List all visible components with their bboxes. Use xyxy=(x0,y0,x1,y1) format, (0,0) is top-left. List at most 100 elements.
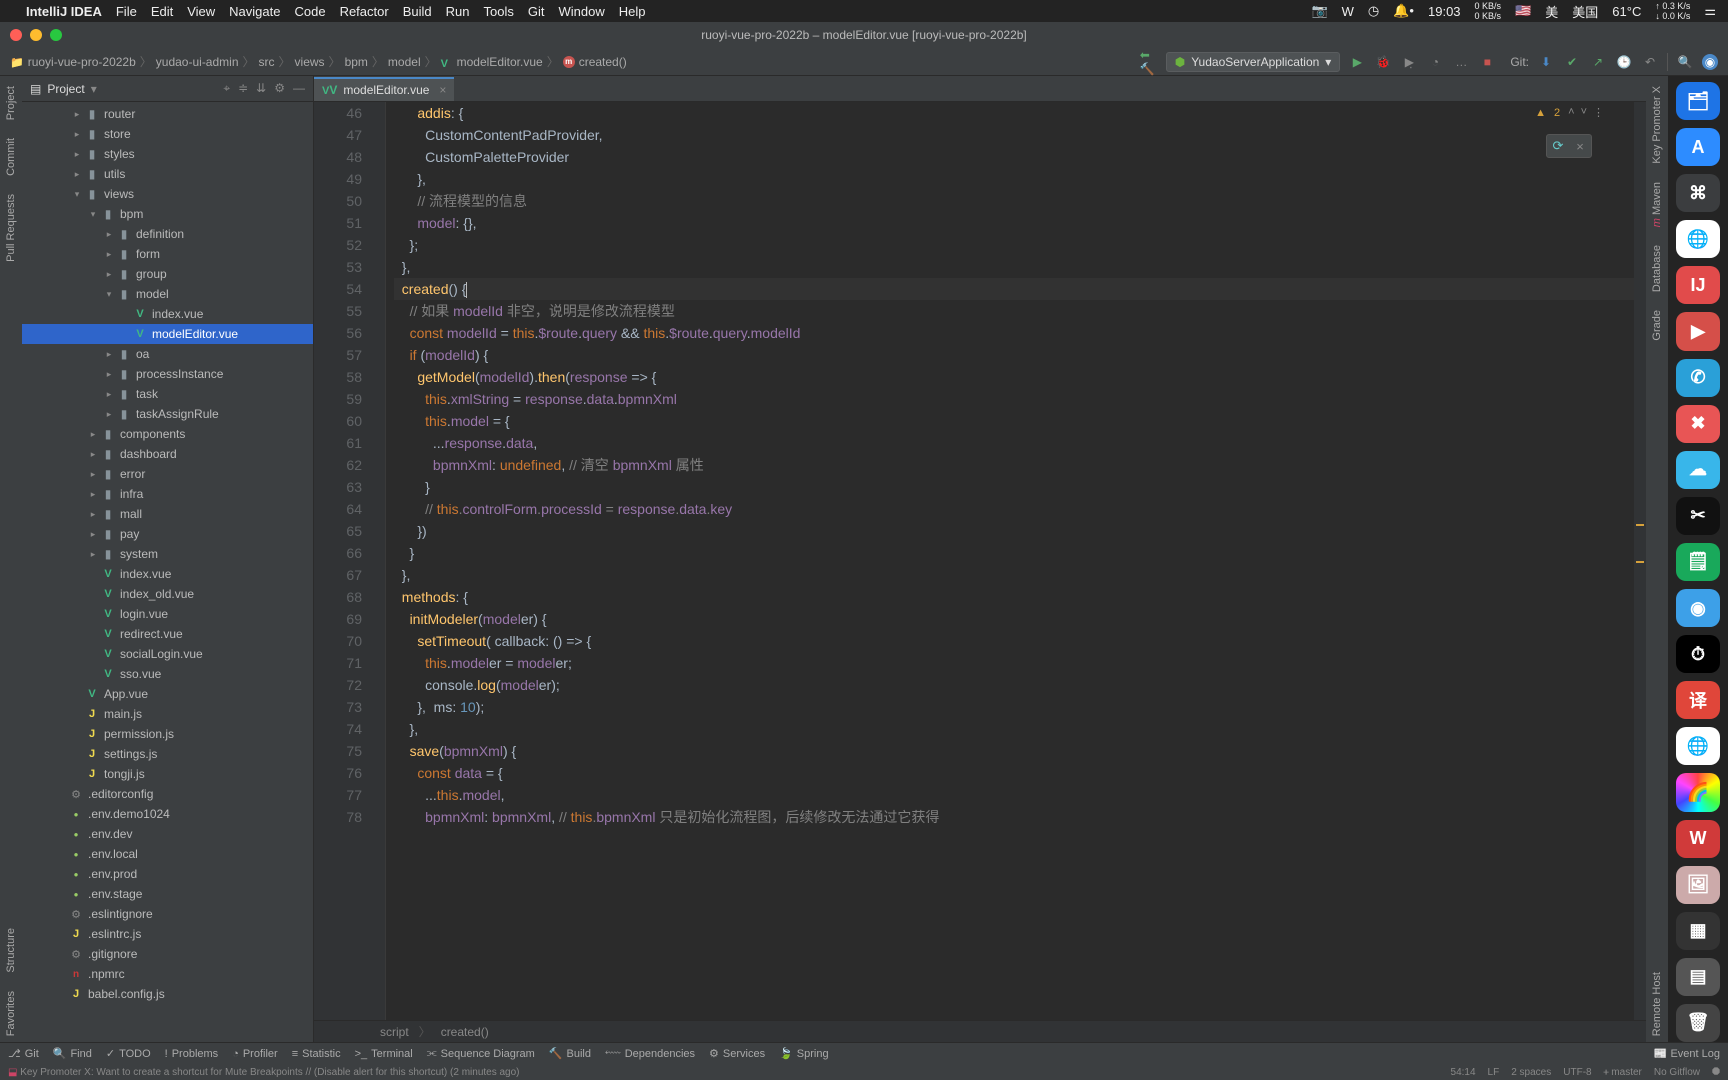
dock-app[interactable]: 🗑 xyxy=(1676,1004,1720,1042)
tree-node[interactable]: settings.js xyxy=(22,744,313,764)
camera-icon[interactable]: 📷 xyxy=(1311,3,1327,19)
menu-run[interactable]: Run xyxy=(446,4,470,19)
crumb-project[interactable]: ruoyi-vue-pro-2022b xyxy=(28,55,136,69)
bottom-tool-spring[interactable]: 🍃 Spring xyxy=(779,1047,829,1060)
tree-node[interactable]: .env.dev xyxy=(22,824,313,844)
tree-node[interactable]: ▸task xyxy=(22,384,313,404)
error-stripe[interactable] xyxy=(1634,102,1646,1020)
close-toolbar-button[interactable]: × xyxy=(1569,135,1591,157)
project-tree[interactable]: ▸router▸store▸styles▸utils▾views▾bpm▸def… xyxy=(22,102,313,1042)
menu-navigate[interactable]: Navigate xyxy=(229,4,280,19)
tree-node[interactable]: .env.prod xyxy=(22,864,313,884)
refresh-button[interactable]: ⟳ xyxy=(1547,135,1569,157)
expand-all-button[interactable]: ≑ xyxy=(238,81,248,96)
dock-app[interactable]: ✖ xyxy=(1676,405,1720,443)
menubar-time[interactable]: 19:03 xyxy=(1428,4,1461,19)
right-tab-remotehost[interactable]: Remote Host xyxy=(1649,966,1665,1042)
lock-icon[interactable]: ⯃ xyxy=(1712,1067,1720,1078)
select-opened-file-button[interactable]: ⌖ xyxy=(223,81,230,96)
fold-strip[interactable] xyxy=(372,102,386,1020)
clock-icon[interactable]: ◷ xyxy=(1368,3,1379,19)
tree-node[interactable]: ▸error xyxy=(22,464,313,484)
tree-node[interactable]: permission.js xyxy=(22,724,313,744)
bottom-tool-services[interactable]: ⚙ Services xyxy=(709,1047,765,1060)
tree-node[interactable]: ▸infra xyxy=(22,484,313,504)
dock-app[interactable]: 🌐 xyxy=(1676,727,1720,765)
window-close-button[interactable] xyxy=(10,29,22,41)
bottom-tool-find[interactable]: 🔍 Find xyxy=(53,1047,92,1060)
dock-app[interactable]: ⌘ xyxy=(1676,174,1720,212)
dock-app[interactable]: ▦ xyxy=(1676,912,1720,950)
tree-node[interactable]: redirect.vue xyxy=(22,624,313,644)
git-history-button[interactable]: 🕒 xyxy=(1615,53,1633,71)
indent[interactable]: 2 spaces xyxy=(1511,1067,1551,1078)
gitflow-status[interactable]: No Gitflow xyxy=(1654,1067,1700,1078)
tree-node[interactable]: babel.config.js xyxy=(22,984,313,1004)
menu-git[interactable]: Git xyxy=(528,4,545,19)
menu-view[interactable]: View xyxy=(187,4,215,19)
tree-node[interactable]: ▸system xyxy=(22,544,313,564)
left-tab-project[interactable]: Project xyxy=(3,80,19,126)
crumb-module[interactable]: yudao-ui-admin xyxy=(156,55,239,69)
left-tab-favorites[interactable]: Favorites xyxy=(3,985,19,1042)
right-tab-maven[interactable]: m Maven xyxy=(1649,176,1665,233)
tree-node[interactable]: tongji.js xyxy=(22,764,313,784)
search-everywhere-button[interactable]: 🔍 xyxy=(1676,53,1694,71)
tree-node[interactable]: index.vue xyxy=(22,564,313,584)
tree-node[interactable]: socialLogin.vue xyxy=(22,644,313,664)
nav-breadcrumbs[interactable]: ruoyi-vue-pro-2022b〉 yudao-ui-admin〉 src… xyxy=(0,53,1140,70)
menu-window[interactable]: Window xyxy=(558,4,604,19)
tree-node[interactable]: .env.demo1024 xyxy=(22,804,313,824)
tree-node[interactable]: ▸components xyxy=(22,424,313,444)
tree-node[interactable]: .eslintrc.js xyxy=(22,924,313,944)
bottom-tool-todo[interactable]: ✓ TODO xyxy=(106,1047,151,1060)
tree-node[interactable]: ▸mall xyxy=(22,504,313,524)
left-tab-commit[interactable]: Commit xyxy=(3,132,19,182)
crumb-created[interactable]: created() xyxy=(441,1025,489,1039)
prev-highlight-button[interactable]: ˄ xyxy=(1568,106,1574,119)
tree-node[interactable]: ▸taskAssignRule xyxy=(22,404,313,424)
dock-app[interactable]: 🌈 xyxy=(1676,773,1720,811)
tree-node[interactable]: ▾views xyxy=(22,184,313,204)
tree-node[interactable]: ▸router xyxy=(22,104,313,124)
dock-app[interactable]: ✂ xyxy=(1676,497,1720,535)
git-rollback-button[interactable]: ↶ xyxy=(1641,53,1659,71)
settings-icon[interactable]: ⚙ xyxy=(274,81,285,96)
menu-help[interactable]: Help xyxy=(619,4,646,19)
line-separator[interactable]: LF xyxy=(1488,1067,1500,1078)
tree-node[interactable]: ▸processInstance xyxy=(22,364,313,384)
window-maximize-button[interactable] xyxy=(50,29,62,41)
crumb-model[interactable]: model xyxy=(388,55,421,69)
right-tab-gradle[interactable]: Grade xyxy=(1649,304,1665,347)
line-gutter[interactable]: 4647484950515253545556575859606162636465… xyxy=(314,102,372,1020)
dock-app[interactable]: 🗒 xyxy=(1676,543,1720,581)
status-message[interactable]: ⬓ Key Promoter X: Want to create a short… xyxy=(8,1067,520,1078)
right-tab-keypromoter[interactable]: Key Promoter X xyxy=(1649,80,1665,170)
tree-node[interactable]: App.vue xyxy=(22,684,313,704)
crumb-script[interactable]: script xyxy=(380,1025,409,1039)
hide-button[interactable]: — xyxy=(293,81,305,96)
tree-node[interactable]: .eslintignore xyxy=(22,904,313,924)
menu-build[interactable]: Build xyxy=(403,4,432,19)
left-tab-pullrequests[interactable]: Pull Requests xyxy=(3,188,19,268)
dock-app[interactable]: 🌐 xyxy=(1676,220,1720,258)
crumb-method[interactable]: created() xyxy=(579,55,627,69)
tree-node[interactable]: .env.stage xyxy=(22,884,313,904)
ide-settings-button[interactable]: ◉ xyxy=(1702,54,1718,70)
git-update-button[interactable]: ⬇ xyxy=(1537,53,1555,71)
control-center-icon[interactable]: ⚌ xyxy=(1704,3,1716,19)
bottom-tool-statistic[interactable]: ≡ Statistic xyxy=(292,1047,341,1060)
next-highlight-button[interactable]: ˅ xyxy=(1581,106,1587,119)
bottom-tool-sequencediagram[interactable]: ⫘ Sequence Diagram xyxy=(427,1047,535,1060)
menu-edit[interactable]: Edit xyxy=(151,4,173,19)
tree-node[interactable]: .gitignore xyxy=(22,944,313,964)
crumb-bpm[interactable]: bpm xyxy=(345,55,368,69)
run-config-dropdown[interactable]: ⬢ YudaoServerApplication ▾ xyxy=(1166,52,1341,72)
editor-tab-active[interactable]: V modelEditor.vue × xyxy=(314,77,454,101)
close-tab-button[interactable]: × xyxy=(439,83,446,97)
chevron-down-icon[interactable]: ▾ xyxy=(91,82,97,96)
menu-file[interactable]: File xyxy=(116,4,137,19)
caret-position[interactable]: 54:14 xyxy=(1451,1067,1476,1078)
dock-app[interactable]: ✆ xyxy=(1676,359,1720,397)
attach-button[interactable]: … xyxy=(1452,53,1470,71)
